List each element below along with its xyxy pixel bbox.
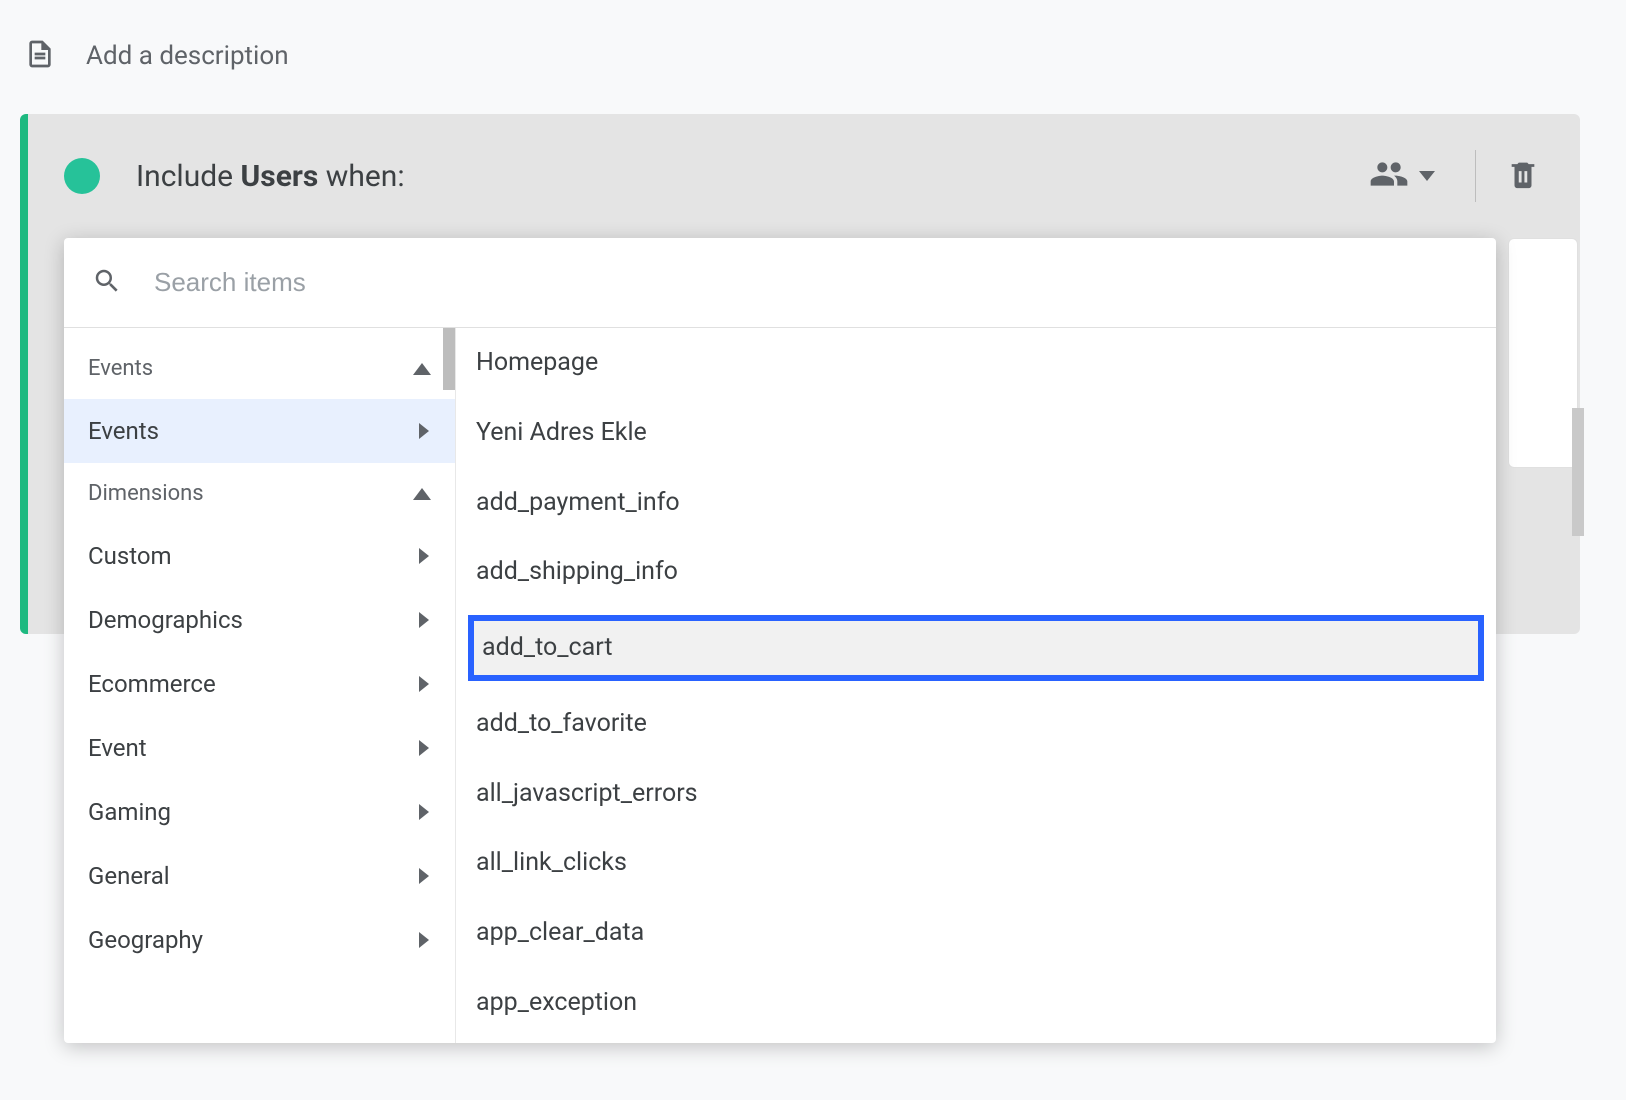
scope-word: Users <box>241 159 319 194</box>
sidebar-item-label: Events <box>88 417 159 445</box>
chevron-right-icon <box>419 548 429 564</box>
people-icon <box>1369 154 1409 198</box>
section-events[interactable]: Events <box>64 338 455 399</box>
event-item[interactable]: Homepage <box>456 328 1496 398</box>
include-statement: Include Users when: <box>136 159 405 194</box>
scope-dot <box>64 158 100 194</box>
event-item[interactable]: app_clear_data <box>456 898 1496 968</box>
document-icon <box>24 38 56 74</box>
sidebar-item-label: Event <box>88 734 147 762</box>
description-placeholder[interactable]: Add a description <box>86 41 289 71</box>
event-item[interactable]: Yeni Adres Ekle <box>456 398 1496 468</box>
events-pane: Homepage Yeni Adres Ekle add_payment_inf… <box>456 328 1496 1043</box>
delete-button[interactable] <box>1506 157 1540 195</box>
divider <box>1475 150 1476 202</box>
panel-body: Events Events Dimensions Custom <box>64 328 1496 1043</box>
search-bar <box>64 238 1496 328</box>
event-item[interactable]: add_to_favorite <box>456 689 1496 759</box>
sidebar-item-label: Ecommerce <box>88 670 216 698</box>
event-item[interactable]: add_shipping_info <box>456 537 1496 607</box>
sidebar-item-events[interactable]: Events <box>64 399 455 463</box>
sidebar-item-general[interactable]: General <box>64 844 455 908</box>
scrollbar-thumb[interactable] <box>1572 408 1584 536</box>
sidebar-item-ecommerce[interactable]: Ecommerce <box>64 652 455 716</box>
chevron-right-icon <box>419 804 429 820</box>
sidebar-item-label: General <box>88 862 170 890</box>
event-item[interactable]: add_payment_info <box>456 468 1496 538</box>
event-item[interactable]: all_javascript_errors <box>456 759 1496 829</box>
section-label: Dimensions <box>88 481 204 506</box>
sidebar-item-demographics[interactable]: Demographics <box>64 588 455 652</box>
description-row[interactable]: Add a description <box>20 20 1606 114</box>
include-suffix: when: <box>318 159 404 194</box>
caret-down-icon <box>1419 171 1435 181</box>
event-item[interactable]: app_exception <box>456 968 1496 1038</box>
condition-slot <box>1508 238 1578 468</box>
chevron-right-icon <box>419 868 429 884</box>
search-input[interactable] <box>154 267 1468 298</box>
sidebar-item-event[interactable]: Event <box>64 716 455 780</box>
category-sidebar: Events Events Dimensions Custom <box>64 328 456 1043</box>
sidebar-item-geography[interactable]: Geography <box>64 908 455 972</box>
chevron-right-icon <box>419 612 429 628</box>
sidebar-item-label: Demographics <box>88 606 243 634</box>
scrollbar-thumb[interactable] <box>443 328 455 390</box>
event-item-highlighted[interactable]: add_to_cart <box>468 615 1484 681</box>
event-item[interactable]: all_link_clicks <box>456 828 1496 898</box>
event-item[interactable]: app_store_refund <box>456 1038 1496 1044</box>
search-icon <box>92 266 122 300</box>
sidebar-item-label: Geography <box>88 926 203 954</box>
chevron-up-icon <box>413 488 431 500</box>
events-list: Homepage Yeni Adres Ekle add_payment_inf… <box>456 328 1496 1043</box>
sidebar-item-custom[interactable]: Custom <box>64 524 455 588</box>
chevron-right-icon <box>419 932 429 948</box>
section-dimensions[interactable]: Dimensions <box>64 463 455 524</box>
sidebar-item-label: Gaming <box>88 798 171 826</box>
scope-selector[interactable] <box>1369 154 1435 198</box>
chevron-right-icon <box>419 676 429 692</box>
include-prefix: Include <box>136 159 241 194</box>
item-picker-panel: Events Events Dimensions Custom <box>64 238 1496 1043</box>
sidebar-item-gaming[interactable]: Gaming <box>64 780 455 844</box>
chevron-up-icon <box>413 363 431 375</box>
condition-header: Include Users when: <box>28 114 1580 230</box>
chevron-right-icon <box>419 423 429 439</box>
sidebar-item-label: Custom <box>88 542 172 570</box>
section-label: Events <box>88 356 153 381</box>
chevron-right-icon <box>419 740 429 756</box>
